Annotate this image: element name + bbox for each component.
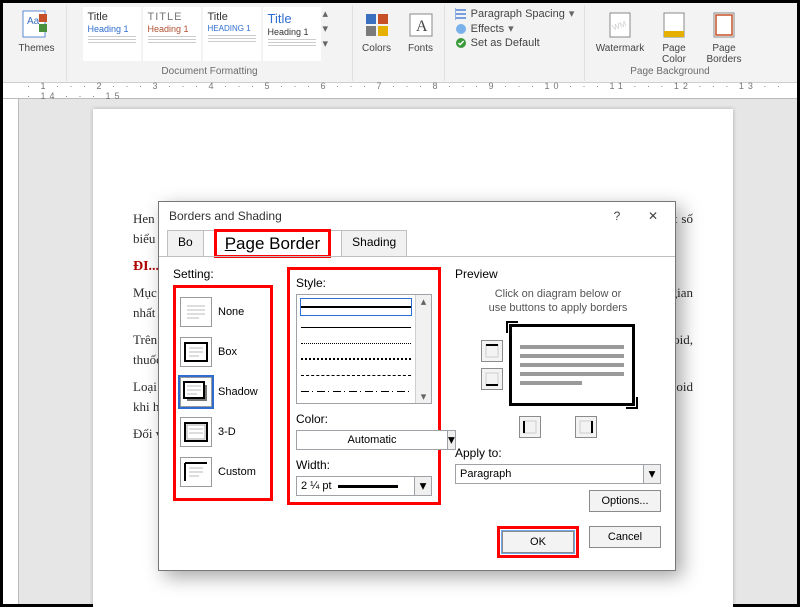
preview-note: Click on diagram below or use buttons to… <box>455 287 661 316</box>
apply-to-label: Apply to: <box>455 446 661 460</box>
page-borders-button[interactable]: Page Borders <box>700 7 748 67</box>
width-value: 2 ¼ pt <box>301 480 332 492</box>
paragraph-spacing-button[interactable]: Paragraph Spacing▾ <box>455 7 575 20</box>
ribbon-group-themes: Aa Themes <box>7 5 67 81</box>
apply-to-combo[interactable]: ▾ <box>455 464 661 484</box>
effects-button[interactable]: Effects▾ <box>455 22 575 35</box>
border-bottom-toggle[interactable] <box>481 368 503 390</box>
style-card-0[interactable]: Title Heading 1 <box>83 7 141 61</box>
themes-icon: Aa <box>21 9 53 41</box>
style-gallery-more[interactable]: ▴▾▾ <box>323 7 337 50</box>
effects-icon <box>455 23 467 35</box>
color-label: Color: <box>296 412 432 426</box>
preview-label: Preview <box>455 267 661 281</box>
horizontal-ruler: · 1 · · · 2 · · · 3 · · · 4 · · · 5 · · … <box>3 83 797 99</box>
dialog-body: Setting: None Box Shadow <box>159 257 675 520</box>
setting-box[interactable]: Box <box>180 332 266 372</box>
colors-icon <box>361 9 393 41</box>
svg-text:Aa: Aa <box>27 16 40 27</box>
style-card-1[interactable]: TITLE Heading 1 <box>143 7 201 61</box>
dialog-tabs: Bo Page Border Shading <box>159 230 675 257</box>
setting-3d[interactable]: 3-D <box>180 412 266 452</box>
fonts-icon: A <box>405 9 437 41</box>
chevron-down-icon: ▾ <box>448 432 455 447</box>
style-option-dashed[interactable] <box>301 367 411 383</box>
doc-formatting-label: Document Formatting <box>67 65 352 79</box>
workspace: Hen phế quản là một bệnh viêm đường hô h… <box>3 99 797 604</box>
border-top-toggle[interactable] <box>481 340 503 362</box>
apply-to-value[interactable] <box>455 464 643 484</box>
close-icon: ✕ <box>648 209 658 223</box>
dialog-title: Borders and Shading <box>169 209 282 223</box>
setting-3d-icon <box>180 417 212 447</box>
set-default-button[interactable]: Set as Default <box>455 37 575 49</box>
page-color-button[interactable]: Page Color <box>652 7 696 67</box>
style-card-2[interactable]: Title HEADING 1 <box>203 7 261 61</box>
color-value[interactable] <box>296 430 447 450</box>
setting-custom[interactable]: Custom <box>180 452 266 492</box>
width-sample <box>338 485 398 488</box>
page-borders-icon <box>708 9 740 41</box>
color-combo[interactable]: ▾ <box>296 430 432 450</box>
setting-box-icon <box>180 337 212 367</box>
fonts-button[interactable]: A Fonts <box>401 7 441 56</box>
setting-shadow-icon <box>180 377 212 407</box>
vertical-ruler <box>3 99 19 604</box>
setting-custom-icon <box>180 457 212 487</box>
svg-text:A: A <box>416 18 428 35</box>
page-color-icon <box>658 9 690 41</box>
cancel-button[interactable]: Cancel <box>589 526 661 548</box>
style-list[interactable]: ▴▾ <box>296 294 432 404</box>
tab-shading[interactable]: Shading <box>341 230 407 257</box>
dialog-close-button[interactable]: ✕ <box>635 204 671 228</box>
dialog-footer: OK Cancel <box>159 520 675 570</box>
chevron-down-icon: ▾ <box>420 478 427 493</box>
setting-shadow[interactable]: Shadow <box>180 372 266 412</box>
ribbon-group-spacing: Paragraph Spacing▾ Effects▾ Set as Defau… <box>445 5 585 81</box>
setting-none[interactable]: None <box>180 292 266 332</box>
style-option-solid-thin[interactable] <box>301 319 411 335</box>
width-label: Width: <box>296 458 432 472</box>
chevron-down-icon: ▾ <box>421 390 427 403</box>
border-right-toggle[interactable] <box>575 416 597 438</box>
options-button[interactable]: Options... <box>589 490 661 512</box>
borders-shading-dialog: Borders and Shading ? ✕ Bo Page Border S… <box>158 201 676 571</box>
ok-button[interactable]: OK <box>502 531 574 553</box>
watermark-button[interactable]: WM Watermark <box>592 7 648 56</box>
tab-page-border[interactable]: Page Border <box>203 230 342 257</box>
apply-to-dropdown-button[interactable]: ▾ <box>643 464 661 484</box>
dialog-help-button[interactable]: ? <box>599 204 635 228</box>
width-dropdown-button[interactable]: ▾ <box>414 476 432 496</box>
style-option-dash-dot[interactable] <box>301 383 411 399</box>
width-combo[interactable]: 2 ¼ pt ▾ <box>296 476 432 496</box>
chevron-up-icon: ▴ <box>421 295 427 308</box>
spacing-icon <box>455 8 467 20</box>
style-option-dotted-fine[interactable] <box>301 335 411 351</box>
preview-thumb[interactable] <box>509 324 635 406</box>
page-background-label: Page Background <box>585 65 755 79</box>
dialog-titlebar[interactable]: Borders and Shading ? ✕ <box>159 202 675 230</box>
ok-callout: OK <box>497 526 579 558</box>
themes-button[interactable]: Aa Themes <box>14 7 60 56</box>
style-option-dotted[interactable] <box>301 351 411 367</box>
watermark-icon: WM <box>604 9 636 41</box>
setting-panel: None Box Shadow 3-D <box>173 285 273 501</box>
themes-label: Themes <box>18 43 54 54</box>
ribbon-group-doc-formatting: Title Heading 1 TITLE Heading 1 Title HE… <box>67 5 353 81</box>
chevron-down-icon: ▾ <box>649 466 656 481</box>
ribbon-group-page-background: WM Watermark Page Color Page Borders Pag… <box>585 5 755 81</box>
check-icon <box>455 37 467 49</box>
ribbon: Aa Themes Title Heading 1 TITLE Heading … <box>3 3 797 83</box>
tab-borders[interactable]: Bo <box>167 230 204 257</box>
style-card-3[interactable]: Title Heading 1 <box>263 7 321 61</box>
border-left-toggle[interactable] <box>519 416 541 438</box>
page-border-callout: Page Border <box>214 229 331 258</box>
colors-button[interactable]: Colors <box>357 7 397 56</box>
setting-label: Setting: <box>173 267 273 281</box>
style-scroll[interactable]: ▴▾ <box>415 295 431 403</box>
ribbon-group-colors-fonts: Colors A Fonts <box>353 5 445 81</box>
setting-none-icon <box>180 297 212 327</box>
style-option-solid-thick[interactable] <box>301 299 411 315</box>
style-label: Style: <box>296 276 432 290</box>
